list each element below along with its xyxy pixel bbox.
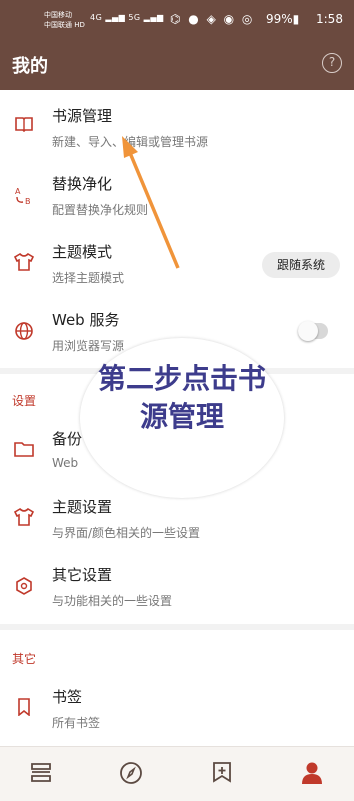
profile-icon[interactable]	[299, 761, 325, 787]
rss-icon[interactable]	[209, 761, 235, 787]
tutorial-text: 第二步点击书源管理	[97, 362, 266, 433]
bookshelf-icon[interactable]	[28, 761, 54, 787]
tutorial-arrow-head	[122, 136, 138, 158]
discover-icon[interactable]	[118, 761, 144, 787]
tutorial-arrow-shaft	[126, 147, 180, 269]
bottom-nav	[0, 746, 354, 801]
